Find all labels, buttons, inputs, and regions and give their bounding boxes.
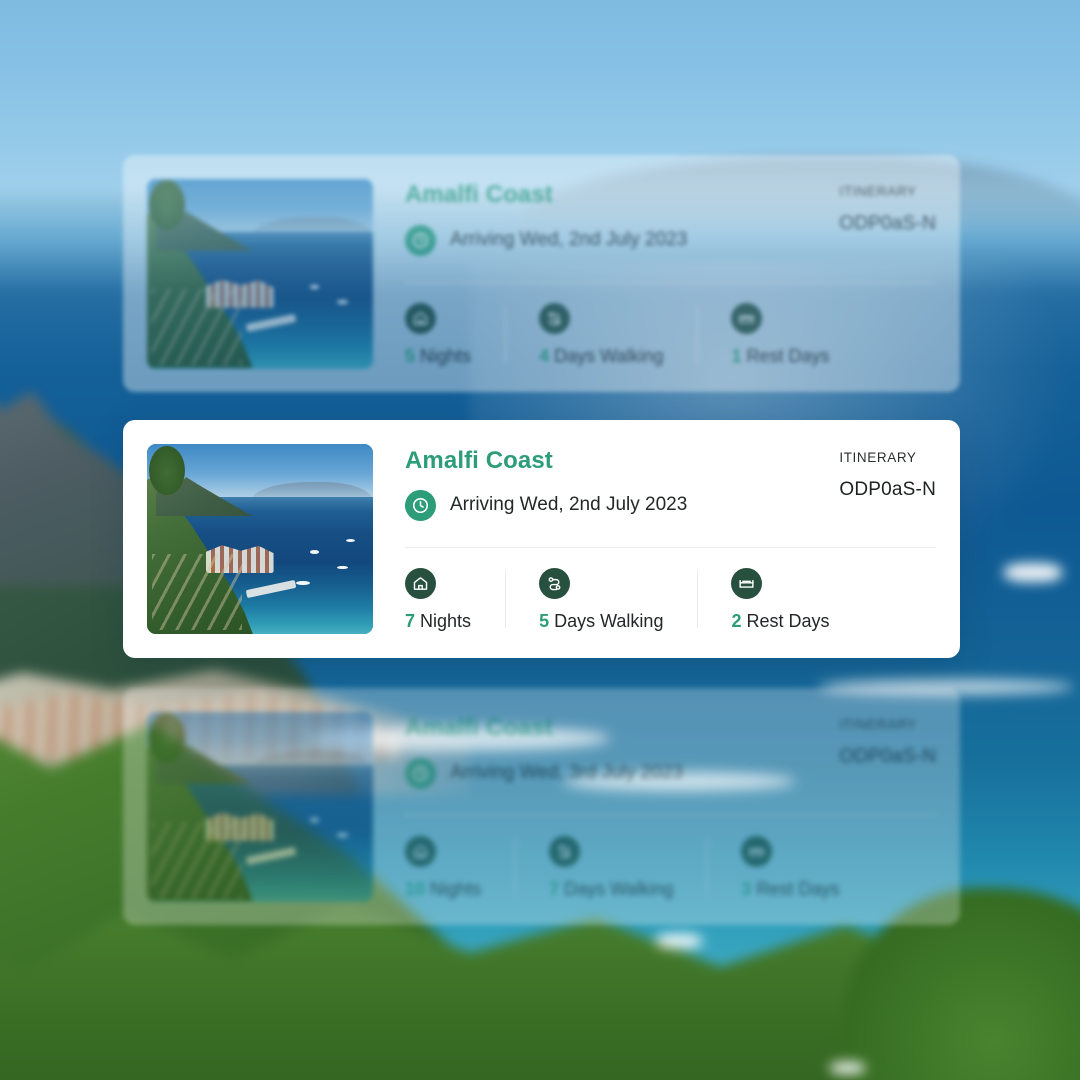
arrival-info: Arriving Wed, 2nd July 2023 bbox=[405, 490, 688, 522]
stat-nights: 7 Nights bbox=[405, 568, 505, 630]
stat-days-walking-label: 4 Days Walking bbox=[539, 345, 664, 366]
home-icon bbox=[405, 302, 436, 334]
stat-nights: 10 Nights bbox=[405, 835, 515, 899]
clock-icon bbox=[405, 224, 436, 256]
home-icon bbox=[405, 835, 436, 867]
background-boat bbox=[1004, 563, 1062, 582]
itinerary-code: ODP0aS-N bbox=[839, 213, 936, 235]
itinerary-card-active[interactable]: Amalfi Coast Arriving Wed, 2nd July 2023… bbox=[123, 420, 960, 658]
stat-rest-days-label: 3 Rest Days bbox=[741, 878, 840, 899]
clock-icon bbox=[405, 490, 436, 522]
trip-stats: 5 Nights 4 Days Walking 1 Rest Days bbox=[405, 302, 936, 366]
route-icon bbox=[539, 302, 571, 334]
stat-days-walking: 5 Days Walking bbox=[505, 568, 697, 630]
itinerary-block: ITINERARY ODP0aS-N bbox=[839, 182, 936, 235]
background-boat bbox=[830, 1062, 865, 1074]
arrival-date: Arriving Wed, 3rd July 2023 bbox=[450, 761, 684, 783]
home-icon bbox=[405, 568, 436, 600]
amalfi-coast-thumbnail bbox=[147, 711, 373, 902]
itinerary-label: ITINERARY bbox=[839, 184, 917, 200]
card-title: Amalfi Coast bbox=[405, 181, 553, 209]
stat-nights: 5 Nights bbox=[405, 302, 505, 366]
itinerary-card-previous[interactable]: Amalfi Coast Arriving Wed, 2nd July 2023… bbox=[123, 155, 960, 392]
stat-rest-days-label: 1 Rest Days bbox=[731, 345, 830, 366]
screen: Amalfi Coast Arriving Wed, 2nd July 2023… bbox=[0, 0, 1080, 1080]
card-title: Amalfi Coast bbox=[405, 446, 553, 474]
stat-days-walking: 4 Days Walking bbox=[505, 302, 697, 366]
stat-days-walking-label: 7 Days Walking bbox=[549, 878, 674, 899]
arrival-date: Arriving Wed, 2nd July 2023 bbox=[450, 228, 688, 250]
trip-stats: 7 Nights 5 Days Walking 2 Rest Days bbox=[405, 568, 936, 630]
itinerary-card-next[interactable]: Amalfi Coast Arriving Wed, 3rd July 2023… bbox=[123, 688, 960, 925]
trip-stats: 10 Nights 7 Days Walking 3 Rest Days bbox=[405, 835, 936, 899]
card-divider bbox=[405, 547, 936, 549]
arrival-info: Arriving Wed, 2nd July 2023 bbox=[405, 224, 688, 256]
arrival-date: Arriving Wed, 2nd July 2023 bbox=[450, 494, 688, 516]
stat-nights-label: 7 Nights bbox=[405, 611, 472, 632]
amalfi-coast-thumbnail bbox=[147, 178, 373, 369]
stat-rest-days-label: 2 Rest Days bbox=[731, 611, 830, 632]
stat-days-walking-label: 5 Days Walking bbox=[539, 611, 664, 632]
stat-rest-days: 3 Rest Days bbox=[707, 835, 873, 899]
route-icon bbox=[539, 568, 571, 600]
arrival-info: Arriving Wed, 3rd July 2023 bbox=[405, 757, 684, 789]
stat-nights-label: 10 Nights bbox=[405, 878, 482, 899]
itinerary-block: ITINERARY ODP0aS-N bbox=[839, 715, 936, 768]
background-boat bbox=[656, 934, 703, 949]
bed-icon bbox=[741, 835, 773, 867]
card-divider bbox=[405, 814, 936, 816]
amalfi-coast-thumbnail bbox=[147, 444, 373, 634]
itinerary-code: ODP0aS-N bbox=[839, 746, 936, 768]
stat-nights-label: 5 Nights bbox=[405, 345, 472, 366]
bed-icon bbox=[731, 302, 763, 334]
card-title: Amalfi Coast bbox=[405, 714, 553, 742]
itinerary-label: ITINERARY bbox=[839, 717, 917, 733]
itinerary-label: ITINERARY bbox=[839, 449, 917, 465]
bed-icon bbox=[731, 568, 763, 600]
stat-rest-days: 2 Rest Days bbox=[697, 568, 863, 630]
route-icon bbox=[549, 835, 581, 867]
itinerary-code: ODP0aS-N bbox=[839, 478, 936, 500]
card-divider bbox=[405, 281, 936, 283]
stat-rest-days: 1 Rest Days bbox=[697, 302, 863, 366]
stat-days-walking: 7 Days Walking bbox=[515, 835, 707, 899]
itinerary-block: ITINERARY ODP0aS-N bbox=[839, 448, 936, 501]
clock-icon bbox=[405, 757, 436, 789]
